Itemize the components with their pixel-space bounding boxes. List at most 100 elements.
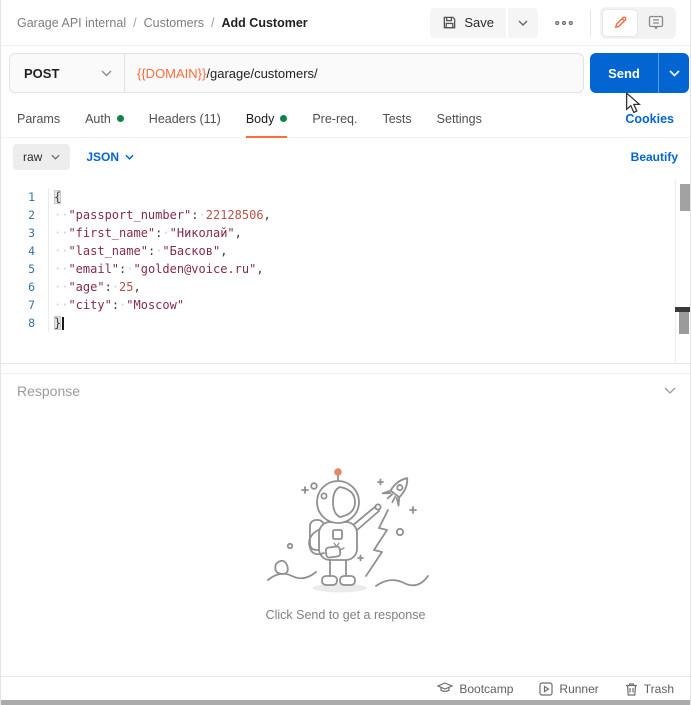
code-token: : — [191, 208, 198, 222]
method-select[interactable]: POST — [10, 54, 124, 92]
code-token: ·· — [54, 262, 68, 276]
send-options-button[interactable] — [658, 53, 689, 93]
footer-item-bootcamp[interactable]: Bootcamp — [437, 682, 513, 696]
beautify-link[interactable]: Beautify — [631, 150, 678, 164]
breadcrumb: Garage API internal/Customers/Add Custom… — [17, 16, 308, 30]
tab-settings[interactable]: Settings — [437, 100, 482, 137]
runner-icon — [539, 682, 553, 696]
code-token: , — [256, 262, 263, 276]
edit-documentation-button[interactable] — [603, 10, 637, 36]
footer-item-label: Runner — [559, 682, 598, 696]
bootcamp-icon — [437, 682, 453, 695]
url-container: POST {{DOMAIN}}/garage/customers/ — [9, 53, 584, 93]
code-token: } — [54, 316, 61, 330]
status-dot-icon — [117, 115, 124, 122]
editor-line[interactable]: 7··"city":·"Moscow" — [1, 296, 690, 314]
tab-label: Pre-req. — [312, 112, 357, 126]
status-dot-icon — [280, 115, 287, 122]
tab-pre-req[interactable]: Pre-req. — [312, 100, 357, 137]
cookies-link[interactable]: Cookies — [625, 112, 674, 126]
editor-line[interactable]: 8} — [1, 314, 690, 332]
code-token: 22128506 — [206, 208, 264, 222]
tab-label: Headers (11) — [149, 112, 221, 126]
breadcrumb-item[interactable]: Customers — [144, 16, 204, 30]
editor-line[interactable]: 6··"age":·25, — [1, 278, 690, 296]
save-button[interactable]: Save — [430, 8, 506, 38]
editor-line[interactable]: 1{ — [1, 188, 690, 206]
language-label: JSON — [86, 150, 119, 164]
breadcrumb-item[interactable]: Garage API internal — [17, 16, 126, 30]
tab-tests[interactable]: Tests — [382, 100, 411, 137]
trash-icon — [625, 682, 638, 696]
code-token: ·· — [54, 244, 68, 258]
code-token: ·· — [54, 226, 68, 240]
body-format-label: raw — [23, 150, 42, 164]
comments-button[interactable] — [639, 10, 673, 36]
footer-item-trash[interactable]: Trash — [625, 682, 674, 696]
tab-label: Body — [246, 112, 275, 126]
line-number: 5 — [1, 260, 49, 278]
editor-line[interactable]: 2··"passport_number":·22128506, — [1, 206, 690, 224]
breadcrumb-item[interactable]: Add Customer — [222, 16, 308, 30]
body-format-select[interactable]: raw — [13, 144, 70, 170]
text-caret — [62, 317, 64, 330]
tab-body[interactable]: Body — [246, 100, 288, 137]
pane-scrollbar-thumb[interactable] — [679, 312, 689, 334]
line-content: ··"last_name":·"Басков", — [49, 242, 227, 260]
save-button-label: Save — [464, 15, 494, 30]
line-number: 4 — [1, 242, 49, 260]
code-token: "Николай" — [170, 226, 235, 240]
url-input[interactable]: {{DOMAIN}}/garage/customers/ — [125, 66, 330, 81]
header-actions: Save — [430, 7, 676, 39]
editor-line[interactable]: 5··"email":·"golden@voice.ru", — [1, 260, 690, 278]
code-token: "passport_number" — [68, 208, 191, 222]
code-token: "Басков" — [162, 244, 220, 258]
code-token: · — [199, 208, 206, 222]
doc-comment-toggle-group — [600, 7, 676, 39]
editor-line[interactable]: 4··"last_name":·"Басков", — [1, 242, 690, 260]
line-content: { — [49, 188, 61, 206]
header-divider — [590, 10, 591, 36]
code-token: "email" — [68, 262, 119, 276]
code-token: · — [126, 262, 133, 276]
send-button[interactable]: Send — [590, 53, 689, 93]
chevron-down-icon[interactable] — [664, 387, 676, 395]
language-select[interactable]: JSON — [86, 150, 134, 164]
code-token: : — [112, 298, 119, 312]
code-token: "city" — [68, 298, 111, 312]
code-token: , — [264, 208, 271, 222]
editor-lines: 1{2··"passport_number":·22128506,3··"fir… — [1, 188, 690, 332]
code-token: , — [134, 280, 141, 294]
pencil-icon — [613, 15, 628, 30]
tab-params[interactable]: Params — [17, 100, 60, 137]
response-title: Response — [17, 383, 80, 399]
code-token: "last_name" — [68, 244, 147, 258]
code-token: ·· — [54, 208, 68, 222]
method-label: POST — [24, 66, 59, 81]
footer-item-label: Bootcamp — [459, 682, 513, 696]
footer-item-label: Trash — [644, 682, 674, 696]
code-token: ·· — [54, 298, 68, 312]
save-options-button[interactable] — [508, 8, 538, 38]
editor-scrollbar-thumb[interactable] — [680, 184, 690, 211]
breadcrumb-separator: / — [211, 16, 214, 30]
chevron-down-icon — [101, 70, 112, 77]
line-content: ··"city":·"Moscow" — [49, 296, 184, 314]
footer-item-runner[interactable]: Runner — [539, 682, 598, 696]
send-button-label: Send — [590, 53, 658, 93]
more-options-icon — [555, 21, 573, 25]
editor-line[interactable]: 3··"first_name":·"Николай", — [1, 224, 690, 242]
tab-headers-11[interactable]: Headers (11) — [149, 100, 221, 137]
tab-label: Params — [17, 112, 60, 126]
line-content: ··"email":·"golden@voice.ru", — [49, 260, 264, 278]
tab-label: Settings — [437, 112, 482, 126]
body-code-editor[interactable]: 1{2··"passport_number":·22128506,3··"fir… — [1, 180, 690, 364]
code-token: · — [162, 226, 169, 240]
code-token: { — [54, 190, 61, 204]
code-token: "golden@voice.ru" — [134, 262, 257, 276]
line-number: 3 — [1, 224, 49, 242]
more-options-button[interactable] — [547, 8, 581, 38]
tab-auth[interactable]: Auth — [85, 100, 124, 137]
code-token: "first_name" — [68, 226, 155, 240]
code-token: "Moscow" — [126, 298, 184, 312]
